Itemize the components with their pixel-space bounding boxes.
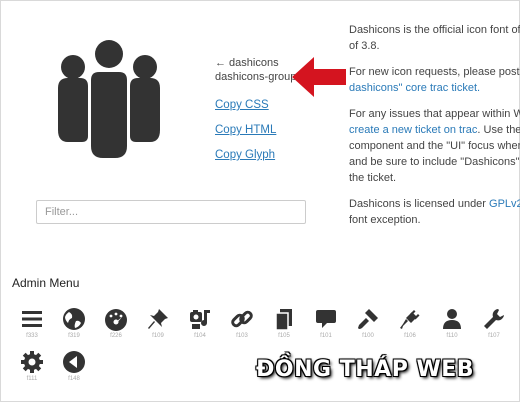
tools-icon (484, 309, 504, 329)
icon-code: f111 (26, 376, 38, 382)
gplv2-link[interactable]: GPLv2 (489, 198, 520, 210)
info-text: Dashicons is the official icon font of o… (349, 22, 520, 238)
icon-class-name: dashicons-groups (215, 71, 302, 83)
info-paragraph-4: Dashicons is licensed under GPLv2, c fon… (349, 196, 520, 228)
icon-item[interactable]: f319 (58, 306, 90, 339)
icon-code: f106 (404, 333, 416, 339)
globe-icon (63, 308, 85, 330)
appearance-icon (358, 309, 378, 329)
pin-icon (148, 309, 168, 329)
icon-item[interactable]: f226 (100, 306, 132, 339)
trac-ticket-link[interactable]: dashicons" core trac ticket. (349, 82, 480, 94)
link-icon (231, 310, 253, 328)
icon-details: ← dashicons dashicons-groups Copy CSS Co… (215, 56, 302, 162)
filter-input[interactable] (36, 200, 306, 224)
icon-item[interactable]: f105 (268, 306, 300, 339)
info-text-line: and be sure to include "Dashicons" s (349, 156, 520, 168)
icon-code: f107 (488, 333, 500, 339)
section-title: Admin Menu (12, 276, 80, 290)
icon-item[interactable]: f110 (436, 306, 468, 339)
info-text-line: of 3.8. (349, 40, 380, 52)
icon-item[interactable]: f104 (184, 306, 216, 339)
info-paragraph-2: For new icon requests, please post to da… (349, 64, 520, 96)
icon-item[interactable]: f103 (226, 306, 258, 339)
info-text-line: Dashicons is licensed under (349, 198, 490, 210)
copy-glyph-link[interactable]: Copy Glyph (215, 148, 302, 162)
icon-code: f109 (152, 333, 164, 339)
pages-icon (275, 309, 292, 331)
info-text-line: Dashicons is the official icon font of (349, 24, 520, 36)
info-text-line: For new icon requests, please post to (349, 66, 520, 78)
menu-icon (22, 311, 42, 327)
icon-item[interactable]: f111 (16, 349, 48, 382)
info-paragraph-3: For any issues that appear within Wo cre… (349, 106, 520, 186)
icon-code: f100 (362, 333, 374, 339)
icon-item[interactable]: f107 (478, 306, 510, 339)
info-text-line: font exception. (349, 214, 421, 226)
info-text-line: component and the "UI" focus when (349, 140, 520, 152)
settings-icon (21, 351, 43, 373)
icon-item[interactable]: f333 (16, 306, 48, 339)
icon-code: f103 (236, 333, 248, 339)
icon-code: f226 (110, 333, 122, 339)
copy-html-link[interactable]: Copy HTML (215, 123, 302, 137)
icon-code: f148 (68, 376, 80, 382)
media-icon (190, 310, 210, 329)
info-text-line: . Use the " (477, 124, 520, 136)
info-text-line: the ticket. (349, 172, 397, 184)
groups-icon (58, 40, 160, 158)
icon-item[interactable]: f101 (310, 306, 342, 339)
icon-item[interactable]: f148 (58, 349, 90, 382)
copy-css-link[interactable]: Copy CSS (215, 98, 302, 112)
red-arrow-icon (292, 57, 346, 97)
info-paragraph-1: Dashicons is the official icon font of o… (349, 22, 520, 54)
back-link[interactable]: ← dashicons (215, 56, 302, 70)
icon-code: f101 (320, 333, 332, 339)
icon-code: f104 (194, 333, 206, 339)
collapse-icon (63, 351, 85, 373)
icon-item[interactable]: f100 (352, 306, 384, 339)
watermark: ĐỒNG THÁP WEB (256, 357, 475, 382)
icon-code: f333 (26, 333, 38, 339)
icon-item[interactable]: f106 (394, 306, 426, 339)
icon-code: f319 (68, 333, 80, 339)
new-ticket-link[interactable]: create a new ticket on trac (349, 124, 477, 136)
comments-icon (316, 310, 336, 328)
icon-code: f110 (446, 333, 458, 339)
info-text-line: For any issues that appear within Wo (349, 108, 520, 120)
icon-item[interactable]: f109 (142, 306, 174, 339)
icon-code: f105 (278, 333, 290, 339)
plugins-icon (400, 310, 420, 329)
users-icon (443, 309, 461, 329)
dashboard-icon (105, 309, 127, 331)
